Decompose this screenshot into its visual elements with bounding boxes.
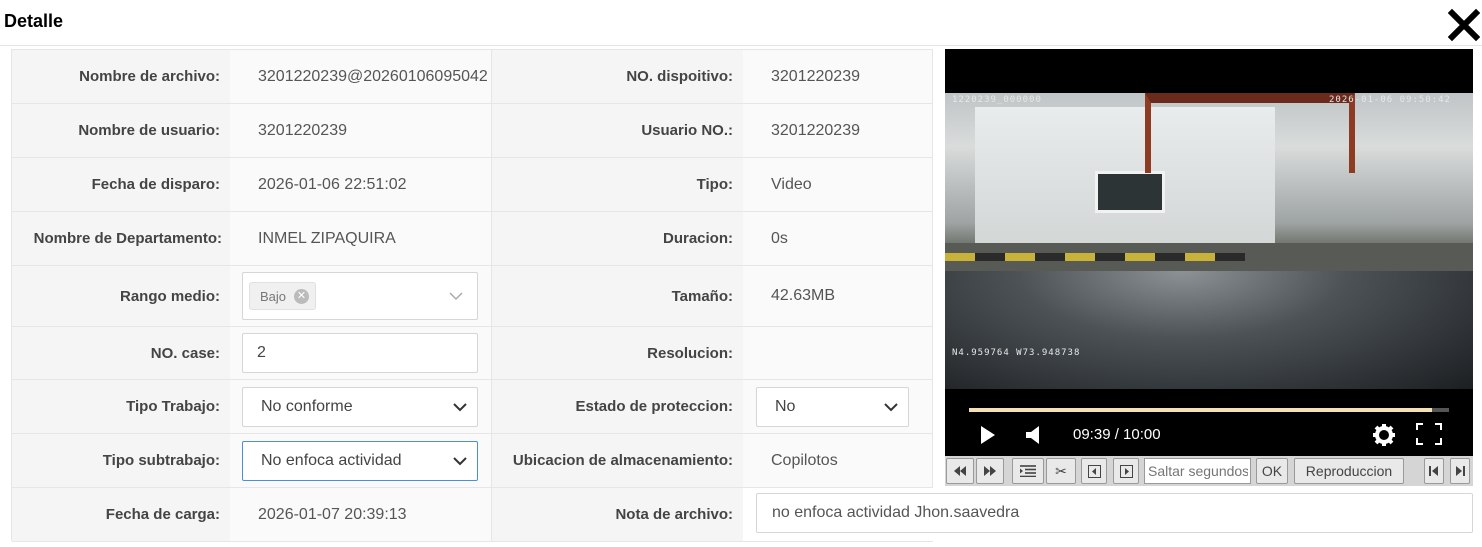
storage-location-label: Ubicacion de almacenamiento: (492, 434, 743, 487)
table-row: Nombre de usuario: 3201220239 Usuario NO… (12, 104, 933, 158)
table-row: Rango medio: Bajo ✕ Tamaño: 42.63MB (12, 266, 933, 327)
work-type-select[interactable]: No conforme (242, 386, 478, 427)
skip-start-icon[interactable] (1424, 458, 1444, 484)
osd-datetime: 2026-01-06 09:50:42 (1329, 95, 1451, 105)
settings-gear-icon[interactable] (1372, 423, 1396, 452)
fast-forward-icon[interactable] (976, 458, 1004, 484)
type-value: Video (743, 158, 933, 211)
upload-date-value: 2026-01-07 20:39:13 (230, 488, 492, 541)
chevron-down-icon (453, 402, 467, 411)
device-no-value: 3201220239 (743, 50, 933, 103)
trigger-date-label: Fecha de disparo: (12, 158, 230, 211)
progress-fill (969, 408, 1433, 412)
upload-date-label: Fecha de carga: (12, 488, 230, 541)
time-display: 09:39 / 10:00 (1073, 426, 1161, 443)
volume-icon[interactable] (1025, 425, 1043, 450)
protection-status-label: Estado de proteccion: (492, 380, 743, 433)
file-note-label: Nota de archivo: (492, 488, 743, 541)
duration-value: 0s (743, 212, 933, 265)
protection-status-cell: No (743, 380, 933, 433)
subwork-type-label: Tipo subtrabajo: (12, 434, 230, 487)
skip-end-icon[interactable] (1450, 458, 1470, 484)
chevron-down-icon (884, 402, 898, 411)
department-label: Nombre de Departamento: (12, 212, 230, 265)
file-name-label: Nombre de archivo: (12, 50, 230, 103)
tag-label: Bajo (260, 288, 287, 304)
duration-label: Duracion: (492, 212, 743, 265)
table-row: Tipo subtrabajo: No enfoca actividad Ubi… (12, 434, 933, 488)
case-no-cell: 2 (230, 327, 492, 379)
size-label: Tamaño: (492, 266, 743, 326)
osd-device-id: 1220239_000000 (952, 95, 1042, 105)
video-player[interactable]: 1220239_000000 2026-01-06 09:50:42 N4.95… (945, 49, 1473, 456)
department-value: INMEL ZIPAQUIRA (230, 212, 492, 265)
dialog-title: Detalle (4, 11, 64, 31)
work-type-cell: No conforme (230, 380, 492, 433)
table-row: Nombre de archivo: 3201220239@2026010609… (12, 50, 933, 104)
media-range-select[interactable]: Bajo ✕ (242, 272, 478, 320)
user-name-value: 3201220239 (230, 104, 492, 157)
table-row: Tipo Trabajo: No conforme Estado de prot… (12, 380, 933, 434)
work-type-label: Tipo Trabajo: (12, 380, 230, 433)
chevron-down-icon (449, 292, 463, 301)
table-row: Nombre de Departamento: INMEL ZIPAQUIRA … (12, 212, 933, 266)
work-type-selected: No conforme (261, 397, 353, 415)
trigger-date-value: 2026-01-06 22:51:02 (230, 158, 492, 211)
file-note-input[interactable]: no enfoca actividad Jhon.saavedra (756, 493, 1473, 533)
table-row: Fecha de disparo: 2026-01-06 22:51:02 Ti… (12, 158, 933, 212)
list-icon[interactable] (1012, 458, 1044, 484)
video-frame: 1220239_000000 2026-01-06 09:50:42 N4.95… (945, 93, 1473, 389)
user-no-label: Usuario NO.: (492, 104, 743, 157)
seek-seconds-input[interactable] (1144, 458, 1251, 484)
protection-status-selected: No (775, 397, 796, 415)
scissors-icon[interactable]: ✂ (1046, 458, 1076, 484)
playback-button[interactable]: Reproduccion (1294, 458, 1404, 484)
file-name-value: 3201220239@20260106095042 (230, 50, 492, 103)
video-controls: 09:39 / 10:00 (945, 389, 1473, 456)
chevron-down-icon (453, 456, 467, 465)
rewind-icon[interactable] (946, 458, 974, 484)
case-no-input[interactable]: 2 (242, 333, 478, 373)
player-toolbar: ✂ OK Reproduccion (945, 456, 1473, 486)
close-icon[interactable] (1447, 8, 1481, 42)
subwork-type-selected: No enfoca actividad (261, 451, 402, 469)
progress-bar[interactable] (969, 408, 1449, 412)
subwork-type-cell: No enfoca actividad (230, 434, 492, 487)
storage-location-value: Copilotos (743, 434, 933, 487)
table-row: NO. case: 2 Resolucion: (12, 327, 933, 380)
tag-remove-icon[interactable]: ✕ (294, 288, 310, 304)
protection-status-select[interactable]: No (756, 386, 909, 427)
subwork-type-select[interactable]: No enfoca actividad (242, 440, 478, 481)
size-value: 42.63MB (743, 266, 933, 326)
selected-tag: Bajo ✕ (249, 282, 317, 310)
resolution-value (743, 327, 933, 379)
fullscreen-icon[interactable] (1416, 423, 1442, 450)
type-label: Tipo: (492, 158, 743, 211)
ok-button[interactable]: OK (1256, 458, 1288, 484)
user-name-label: Nombre de usuario: (12, 104, 230, 157)
detail-table: Nombre de archivo: 3201220239@2026010609… (11, 49, 933, 542)
device-no-label: NO. dispoitivo: (492, 50, 743, 103)
media-range-cell: Bajo ✕ (230, 266, 492, 326)
prev-frame-icon[interactable] (1081, 458, 1107, 484)
next-frame-icon[interactable] (1113, 458, 1139, 484)
dialog-header: Detalle (0, 0, 1482, 46)
case-no-label: NO. case: (12, 327, 230, 379)
osd-gps: N4.959764 W73.948738 (952, 348, 1081, 358)
play-icon[interactable] (979, 425, 997, 450)
media-range-label: Rango medio: (12, 266, 230, 326)
user-no-value: 3201220239 (743, 104, 933, 157)
resolution-label: Resolucion: (492, 327, 743, 379)
